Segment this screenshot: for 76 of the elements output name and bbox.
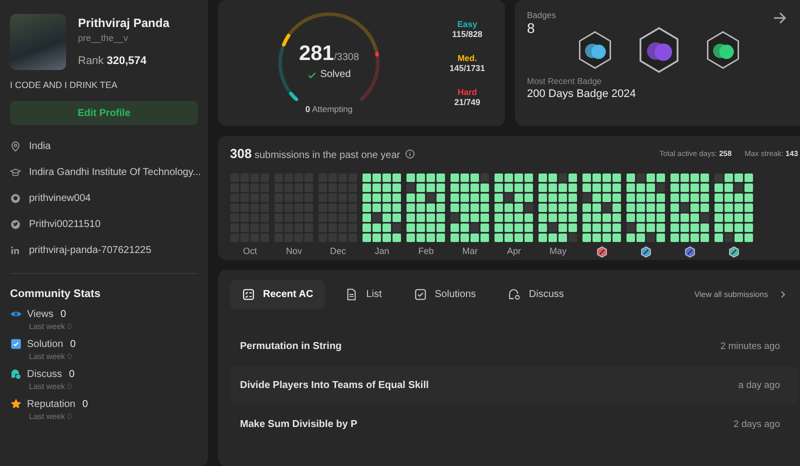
checkbox-icon [10,338,22,350]
user-name: Prithviraj Panda [78,16,170,30]
month-label: Apr [506,246,521,256]
badge-icon[interactable] [640,246,652,258]
submissions-summary: 308 submissions in the past one year [230,146,400,161]
profile-detail: India [29,140,51,152]
chevron-right-icon[interactable] [780,290,786,299]
stat-label: Reputation [27,398,76,410]
chat-search-icon [508,288,521,301]
difficulty-label: Hard [458,87,477,97]
month-label: Oct [242,246,257,256]
difficulty-count: 115/828 [452,29,482,39]
document-icon [345,288,358,301]
badge-icon[interactable] [596,246,608,258]
section-title: Community Stats [10,288,102,300]
photo-placeholder [10,14,66,70]
month-label: Nov [286,246,302,256]
difficulty-label: Med. [458,53,477,63]
stat-label: Solution [27,338,64,350]
tab[interactable]: List [333,280,394,309]
checkbox-icon [414,288,427,301]
badge-icon[interactable] [705,30,741,70]
graduation-cap-icon [10,166,21,178]
badge-icon[interactable] [637,26,681,74]
badge-count: 8 [527,20,536,36]
badge-icon[interactable] [684,246,696,258]
difficulty-count: 145/1731 [450,63,485,73]
location-pin-icon [10,140,21,152]
twitter-icon [10,218,21,230]
badges-title: Badges [527,10,556,20]
problem-title[interactable]: Make Sum Divisible by P [240,419,358,430]
tab[interactable]: Discuss [496,280,576,309]
star-icon [10,398,22,410]
stat-value: 0 [69,368,75,380]
solved-text: Solved [320,69,351,80]
chat-bubble-icon [10,368,22,380]
stat-label: Discuss [27,368,62,380]
stat-label: Views [27,308,54,320]
tab[interactable]: Recent AC [230,280,326,309]
profile-detail[interactable]: prithvinew004 [29,192,91,204]
stat-value: 0 [70,338,76,350]
checklist-icon [242,288,255,301]
attempting-text: 0 Attempting [304,104,354,114]
stat-value: 0 [60,308,66,320]
linkedin-icon [10,244,21,256]
problem-title[interactable]: Divide Players Into Teams of Equal Skill [240,380,429,391]
submission-time: 2 minutes ago [720,341,780,352]
month-label: Feb [418,246,434,256]
difficulty-label: Easy [457,19,478,29]
submission-time: 2 days ago [734,419,780,430]
edit-profile-button[interactable]: Edit Profile [10,101,198,125]
rank-text: Rank 320,574 [78,55,148,67]
view-all-submissions-link[interactable]: View all submissions [694,290,768,299]
badge-icon[interactable] [728,246,740,258]
profile-detail[interactable]: Prithvi00211510 [29,218,101,230]
month-label: Dec [330,246,346,256]
tab[interactable]: Solutions [402,280,488,309]
recent-badge-name: 200 Days Badge 2024 [527,88,637,100]
profile-detail: Indira Gandhi Institute Of Technology... [29,166,201,178]
month-label: Jan [374,246,390,256]
github-icon [10,192,21,204]
difficulty-count: 21/749 [454,97,480,107]
username: pre__the__v [78,33,130,43]
badge-icon[interactable] [577,30,613,70]
problem-title[interactable]: Permutation in String [240,341,342,352]
month-label: May [549,246,566,256]
info-icon[interactable] [405,148,416,158]
profile-detail[interactable]: prithviraj-panda-707621225 [29,244,152,256]
solved-count: 281/3308 [298,42,360,66]
arrow-right-icon[interactable] [772,10,788,26]
month-label: Mar [462,246,478,256]
recent-badge-label: Most Recent Badge [527,76,603,86]
submission-time: a day ago [738,380,780,391]
stat-value: 0 [82,398,88,410]
checkmark-icon [307,70,318,80]
bio-text: I CODE AND I DRINK TEA [10,80,118,90]
